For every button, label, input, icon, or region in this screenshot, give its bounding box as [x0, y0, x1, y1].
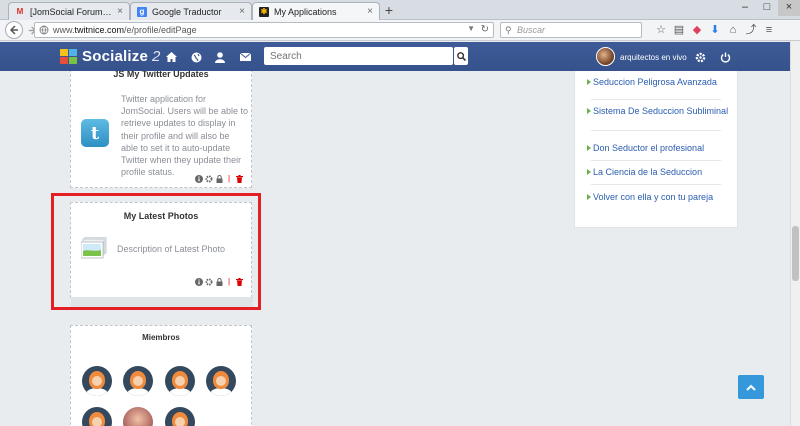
site-search-input[interactable] [264, 47, 453, 65]
member-avatar[interactable] [123, 366, 153, 396]
related-link[interactable]: Volver con ella y con tu pareja [587, 191, 733, 203]
settings-gear-icon[interactable] [205, 175, 213, 183]
avatar[interactable] [596, 47, 615, 66]
dropdown-icon[interactable]: ▼ [467, 24, 475, 33]
menu-icon[interactable]: ≡ [762, 23, 776, 37]
site-logo[interactable]: Socialize 2 [60, 48, 160, 65]
user-icon[interactable] [213, 50, 227, 64]
download-icon[interactable]: ⬇ [708, 23, 722, 37]
related-link[interactable]: Seduccion Peligrosa Avanzada [587, 76, 733, 88]
page-content: JS My Twitter Updates t Twitter applicat… [0, 71, 790, 426]
globe-icon [39, 25, 49, 35]
related-link[interactable]: Don Seductor el profesional [587, 142, 733, 154]
browser-search-placeholder: Buscar [517, 25, 546, 35]
divider [591, 130, 721, 131]
joomla-icon: ✱ [259, 6, 269, 17]
twitter-icon: t [81, 119, 109, 147]
member-avatar[interactable] [165, 366, 195, 396]
related-link[interactable]: La Ciencia de la Seduccion [587, 166, 733, 178]
url-path: /e/profile/editPage [124, 25, 197, 35]
reading-list-icon[interactable]: ▤ [672, 23, 686, 37]
tab-label: Google Traductor [152, 6, 222, 17]
lock-icon[interactable] [215, 174, 223, 183]
tab-gmail[interactable]: M [JomSocial Forum] hello (... × [8, 2, 130, 20]
power-icon[interactable] [718, 50, 732, 64]
url-text: www.twitnice.com/e/profile/editPage [53, 25, 197, 35]
browser-toolbar-icons: ☆ ▤ ◆ ⬇ ⌂ ⤴ ≡ [654, 23, 776, 37]
tab-translate[interactable]: g Google Traductor × [130, 2, 252, 20]
browser-search-field[interactable]: ⚲ Buscar [500, 22, 642, 38]
back-arrow-icon [9, 25, 18, 35]
info-icon[interactable] [195, 174, 203, 183]
browser-tab-strip: M [JomSocial Forum] hello (... × g Googl… [0, 0, 800, 20]
window-close-icon[interactable]: × [778, 0, 800, 16]
member-avatar[interactable] [206, 366, 236, 396]
members-card: Miembros [70, 325, 252, 426]
scroll-to-top-button[interactable] [738, 375, 764, 399]
gear-icon[interactable] [693, 50, 707, 64]
browser-nav-bar: www.twitnice.com/e/profile/editPage ▼ ↻ … [0, 20, 800, 41]
maximize-icon[interactable]: □ [756, 0, 778, 16]
close-icon[interactable]: × [117, 6, 123, 17]
member-avatar[interactable] [123, 407, 153, 426]
related-link[interactable]: Sistema De Seduccion Subliminal [587, 105, 733, 117]
member-avatar[interactable] [82, 407, 112, 426]
app-card-twitter: JS My Twitter Updates t Twitter applicat… [70, 71, 252, 188]
action-separator: | [228, 174, 231, 183]
tab-label: My Applications [274, 6, 337, 17]
pocket-icon[interactable]: ◆ [690, 23, 704, 37]
new-tab-button[interactable]: + [382, 2, 396, 18]
minimize-icon[interactable]: – [734, 0, 756, 16]
mail-icon[interactable] [238, 50, 252, 64]
site-header: Socialize 2 arquitectos en vivo [0, 42, 800, 71]
bookmark-star-icon[interactable]: ☆ [654, 23, 668, 37]
reload-icon[interactable]: ↻ [481, 24, 489, 35]
member-avatar[interactable] [82, 366, 112, 396]
user-name[interactable]: arquitectos en vivo [620, 53, 687, 62]
tab-label: [JomSocial Forum] hello (... [30, 6, 113, 17]
close-icon[interactable]: × [239, 6, 245, 17]
share-icon[interactable]: ⤴ [744, 23, 758, 37]
url-prefix: www. [53, 25, 75, 35]
divider [591, 184, 721, 185]
url-domain: twitnice.com [74, 25, 125, 35]
back-button[interactable] [5, 21, 23, 39]
divider [591, 160, 721, 161]
chevron-up-icon [746, 384, 756, 391]
globe-nav-icon[interactable] [189, 50, 203, 64]
search-icon [456, 51, 466, 61]
logo-version: 2 [152, 48, 161, 65]
highlight-box [51, 193, 261, 310]
page-scrollbar[interactable] [790, 41, 800, 426]
home-button-icon[interactable]: ⌂ [726, 23, 740, 37]
related-links-panel: Seduccion Peligrosa Avanzada Sistema De … [574, 71, 738, 228]
window-controls: – □ × [734, 0, 800, 16]
site-search-button[interactable] [454, 47, 468, 65]
app-description: Twitter application for JomSocial. Users… [121, 94, 249, 178]
members-title: Miembros [142, 333, 180, 342]
search-icon: ⚲ [505, 25, 512, 35]
address-bar[interactable]: www.twitnice.com/e/profile/editPage ▼ ↻ [34, 22, 494, 38]
trash-icon[interactable] [235, 174, 243, 183]
gmail-icon: M [16, 7, 24, 16]
logo-mark-icon [60, 49, 77, 64]
home-icon[interactable] [164, 50, 178, 64]
app-actions: | [195, 174, 243, 183]
close-icon[interactable]: × [367, 6, 373, 17]
tab-my-applications[interactable]: ✱ My Applications × [252, 2, 380, 20]
translate-icon: g [137, 6, 147, 17]
member-avatar[interactable] [165, 407, 195, 426]
divider [591, 99, 721, 100]
scrollbar-thumb[interactable] [792, 226, 799, 281]
logo-word: Socialize [82, 48, 148, 65]
app-title: JS My Twitter Updates [113, 71, 209, 79]
